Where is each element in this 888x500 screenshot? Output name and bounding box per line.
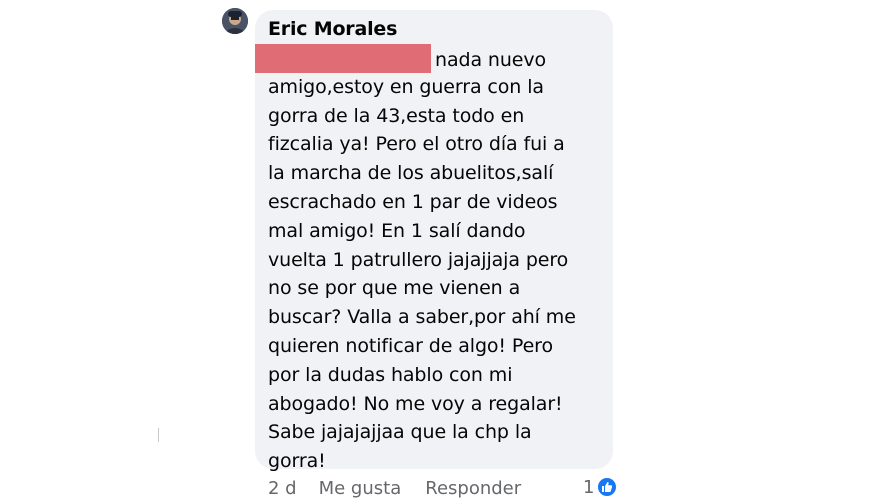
comment-line: fizcalia ya! Pero el otro día fui a [268,133,565,156]
comment-line: gorra! [268,450,326,473]
comment-line: vuelta 1 patrullero jajajjaja pero [268,248,569,271]
comment-line: no se por que me vienen a [268,277,521,300]
thumbs-up-icon [596,476,619,498]
comment-line: por la dudas hablo con mi [268,363,513,386]
comment-line: escrachado en 1 par de videos [268,190,558,213]
profile-photo-icon [222,8,248,34]
comment-line: buscar? Valla a saber,por ahí me [268,306,576,329]
comment-line: quieren notificar de algo! Pero [268,334,553,357]
comment-line: gorra de la 43,esta todo en [268,104,525,127]
divider [158,428,159,442]
comment-actions: 2 d Me gusta Responder [268,478,521,499]
reply-button[interactable]: Responder [425,478,521,499]
comment-bubble: Eric Morales nada nuevo amigo,estoy en g… [255,10,613,472]
comment-timestamp[interactable]: 2 d [268,478,297,499]
comment-line: abogado! No me voy a regalar! [268,392,563,415]
comment-author[interactable]: Eric Morales [268,18,613,42]
reaction-summary[interactable]: 1 [583,476,619,498]
redaction-bar [255,44,431,73]
comment-line: la marcha de los abuelitos,salí [268,162,554,185]
comment-line: Sabe jajajajjaa que la chp la [268,421,532,444]
reaction-count: 1 [583,476,595,498]
comment-text: nada nuevo amigo,estoy en guerra con la … [255,44,613,476]
comment-line: nada nuevo [255,44,613,73]
avatar[interactable] [222,8,248,34]
comment-line-text: nada nuevo [435,49,547,71]
like-button[interactable]: Me gusta [319,478,402,499]
comment-screenshot: Eric Morales nada nuevo amigo,estoy en g… [0,0,888,500]
comment-line: mal amigo! En 1 salí dando [268,219,526,242]
comment-line: amigo,estoy en guerra con la [268,75,544,98]
